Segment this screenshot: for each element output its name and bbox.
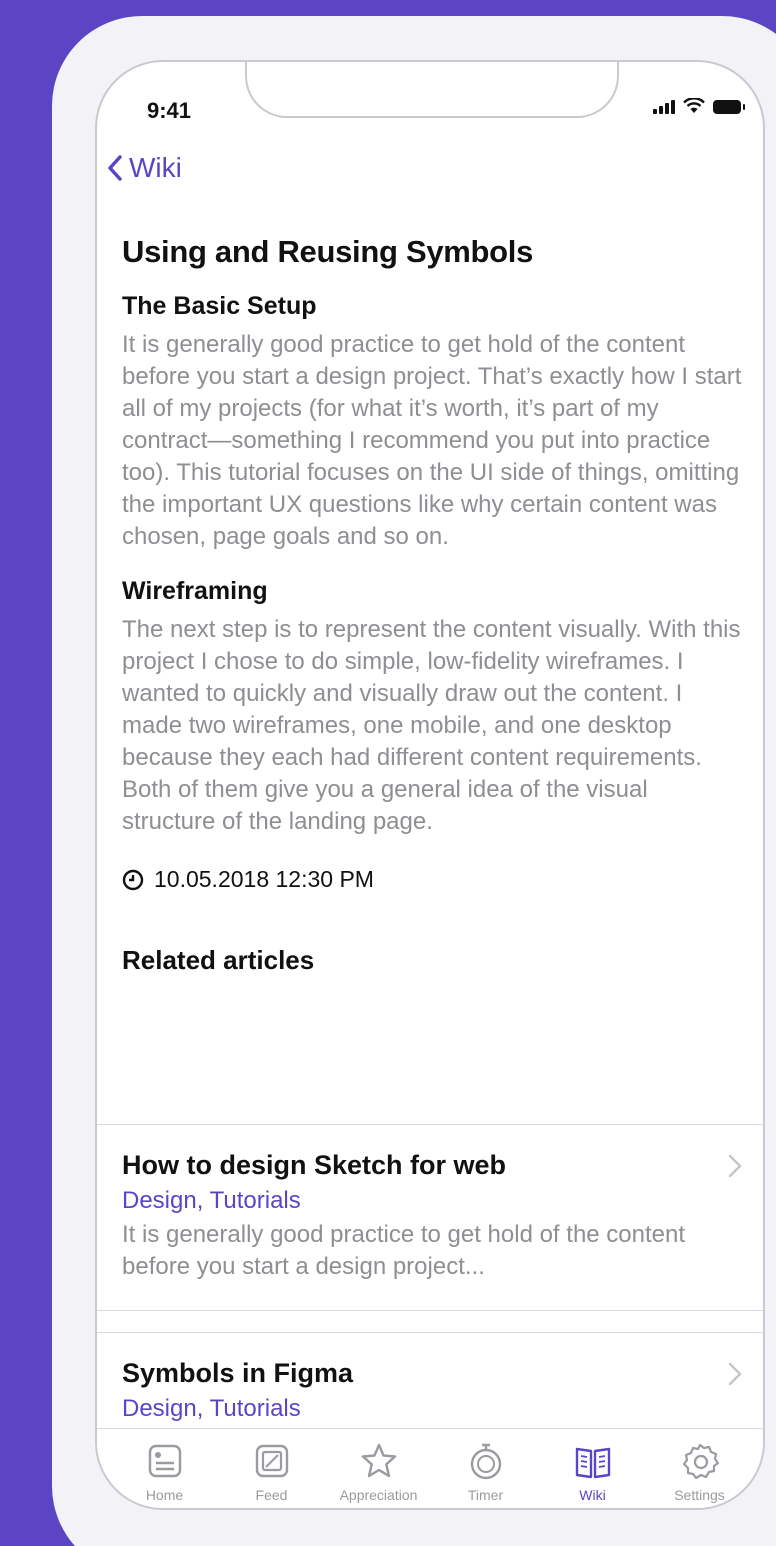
related-article[interactable]: Symbols in Figma Design, Tutorials bbox=[122, 1358, 742, 1423]
tab-label: Feed bbox=[255, 1487, 288, 1503]
tab-settings[interactable]: Settings bbox=[652, 1441, 748, 1508]
related-article-title: How to design Sketch for web bbox=[122, 1150, 507, 1180]
chevron-right-icon bbox=[728, 1154, 742, 1178]
related-article-tags: Design, Tutorials bbox=[122, 1395, 301, 1422]
back-label: Wiki bbox=[129, 152, 182, 183]
chevron-right-icon bbox=[728, 1362, 742, 1386]
related-article[interactable]: How to design Sketch for web Design, Tut… bbox=[122, 1150, 742, 1283]
section-body: The next step is to represent the conten… bbox=[122, 616, 741, 835]
related-article-excerpt: It is generally good practice to get hol… bbox=[122, 1221, 686, 1280]
tab-timer[interactable]: Timer bbox=[438, 1441, 534, 1508]
related-heading: Related articles bbox=[122, 945, 315, 975]
related-article-title: Symbols in Figma bbox=[122, 1358, 354, 1388]
phone-screen: 9:41 Wiki Using and Reusing Symbols The … bbox=[95, 60, 765, 1510]
tab-label: Appreciation bbox=[339, 1487, 418, 1503]
tab-wiki[interactable]: Wiki bbox=[545, 1441, 641, 1508]
status-icons bbox=[653, 98, 745, 114]
related-article-tags: Design, Tutorials bbox=[122, 1187, 301, 1214]
tab-bar: Home Feed Appreciation Timer Wiki Settin… bbox=[97, 1428, 763, 1508]
divider bbox=[97, 1124, 763, 1125]
signal-icon bbox=[653, 98, 675, 114]
article-content: Using and Reusing Symbols The Basic Setu… bbox=[122, 234, 742, 976]
tab-appreciation[interactable]: Appreciation bbox=[331, 1441, 427, 1508]
clock-icon bbox=[122, 869, 144, 890]
divider bbox=[97, 1310, 763, 1311]
divider bbox=[97, 1332, 763, 1333]
book-icon bbox=[575, 1447, 610, 1479]
status-time: 9:41 bbox=[147, 98, 192, 123]
date-text: 10.05.2018 12:30 PM bbox=[154, 866, 374, 892]
tab-label: Wiki bbox=[579, 1487, 606, 1503]
article-title: Using and Reusing Symbols bbox=[122, 234, 534, 269]
tab-home[interactable]: Home bbox=[117, 1441, 213, 1508]
tab-label: Settings bbox=[674, 1487, 725, 1503]
tab-label: Home bbox=[145, 1487, 184, 1503]
feed-icon bbox=[255, 1444, 288, 1478]
section-heading: Wireframing bbox=[122, 577, 268, 605]
section-heading: The Basic Setup bbox=[122, 292, 317, 320]
chevron-left-icon bbox=[108, 155, 122, 181]
star-icon bbox=[361, 1443, 396, 1478]
tab-feed[interactable]: Feed bbox=[224, 1441, 320, 1508]
wifi-icon bbox=[683, 98, 705, 113]
gear-icon bbox=[682, 1443, 719, 1480]
tab-label: Timer bbox=[467, 1487, 504, 1503]
back-button[interactable]: Wiki bbox=[107, 152, 182, 184]
section-body: It is generally good practice to get hol… bbox=[122, 331, 742, 550]
stopwatch-icon bbox=[470, 1443, 501, 1480]
battery-icon bbox=[713, 100, 745, 114]
article-date: 10.05.2018 12:30 PM bbox=[122, 866, 742, 893]
home-icon bbox=[148, 1444, 181, 1478]
notch bbox=[245, 62, 619, 118]
